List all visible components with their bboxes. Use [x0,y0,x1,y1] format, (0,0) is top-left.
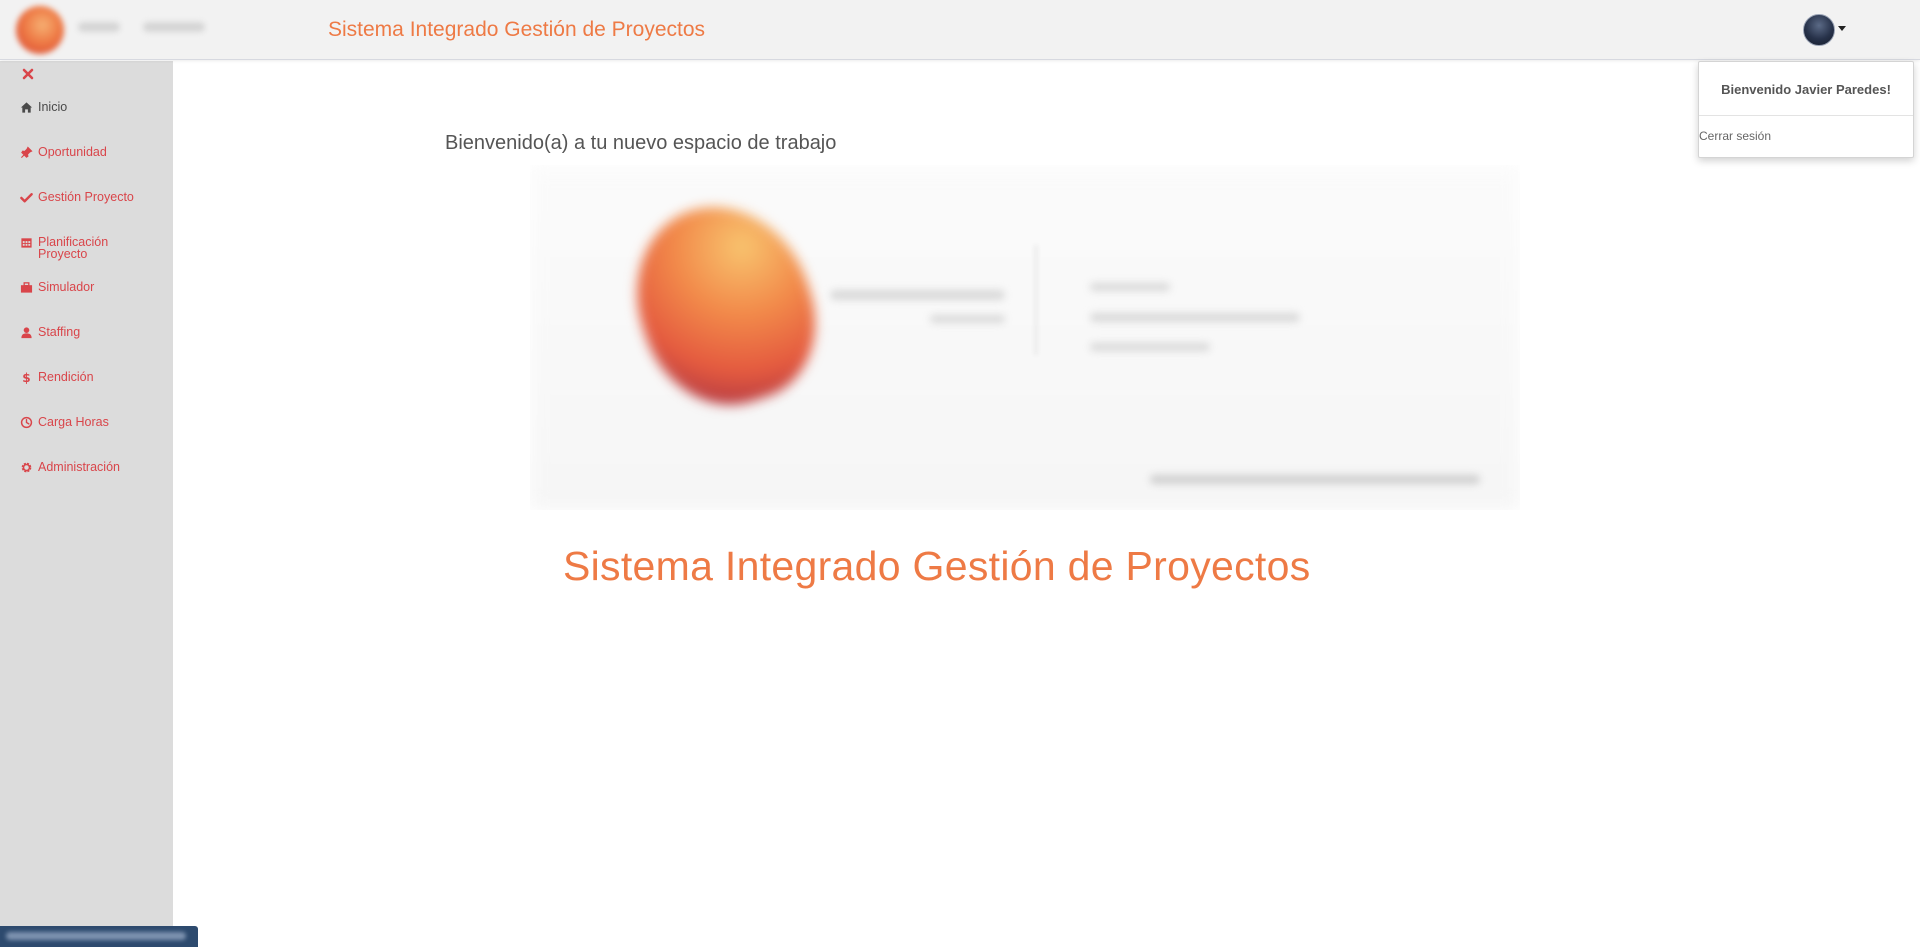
sidebar-item-gestion-proyecto[interactable]: Gestión Proyecto [20,191,170,204]
brand-logo-text-2 [143,22,205,32]
hero-blurred-text-4 [1090,313,1300,322]
hero-banner-image [530,165,1520,510]
hero-blurred-text-5 [1090,343,1210,351]
home-icon [20,102,33,113]
logout-link[interactable]: Cerrar sesión [1699,129,1771,143]
sidebar-item-label-line2: Proyecto [38,247,88,261]
sidebar-item-label: Staffing [38,325,81,339]
status-bar-url [0,926,198,947]
sidebar-item-label: Planificación Proyecto [38,236,108,261]
hero-blurred-text [830,290,1005,300]
sidebar-item-carga-horas[interactable]: Carga Horas [20,416,170,429]
clock-icon [20,416,33,429]
dollar-icon: $ [22,371,30,384]
sidebar-item-label: Rendición [38,370,94,384]
user-avatar[interactable] [1803,14,1835,46]
sidebar-item-simulador[interactable]: Simulador [20,281,170,294]
sidebar-item-administracion[interactable]: Administración [20,461,170,474]
chevron-down-icon[interactable] [1838,26,1846,31]
calendar-icon [21,238,32,248]
sidebar-item-label: Simulador [38,280,95,294]
user-icon [21,327,32,339]
gear-icon [21,462,32,473]
sidebar-item-oportunidad[interactable]: Oportunidad [20,146,170,159]
close-icon[interactable] [21,67,35,81]
brand-logo[interactable] [16,6,64,54]
check-icon [20,193,33,203]
sidebar-item-inicio[interactable]: Inicio [20,101,170,114]
hero-title: Sistema Integrado Gestión de Proyectos [563,543,1311,589]
hero-blurred-caption [1150,475,1480,484]
status-url-text [6,932,186,940]
brand-logo-text [78,22,120,32]
sidebar-item-planificacion-proyecto[interactable]: Planificación Proyecto [20,236,170,260]
sidebar-item-label: Oportunidad [38,145,107,159]
hero-blurred-text-2 [930,315,1005,323]
pin-icon [20,146,33,159]
briefcase-icon [20,282,33,293]
sidebar-item-label: Gestión Proyecto [38,190,134,204]
app-title: Sistema Integrado Gestión de Proyectos [328,18,706,41]
sidebar: Inicio Oportunidad Gestión Proyecto Plan… [0,61,173,947]
sidebar-item-label: Carga Horas [38,415,109,429]
user-dropdown-menu: Bienvenido Javier Paredes! Cerrar sesión [1698,61,1914,158]
hero-blurred-text-3 [1090,283,1170,291]
hero-divider [1035,245,1037,355]
svg-text:$: $ [22,371,30,384]
sidebar-item-rendicion[interactable]: $ Rendición [20,371,170,384]
sidebar-item-label: Administración [38,460,120,474]
sidebar-item-label: Inicio [38,100,68,114]
dropdown-divider [1699,115,1913,116]
top-navbar: Sistema Integrado Gestión de Proyectos [0,0,1920,60]
welcome-heading: Bienvenido(a) a tu nuevo espacio de trab… [445,132,837,154]
user-greeting: Bienvenido Javier Paredes! [1721,82,1891,97]
sidebar-item-staffing[interactable]: Staffing [20,326,170,339]
